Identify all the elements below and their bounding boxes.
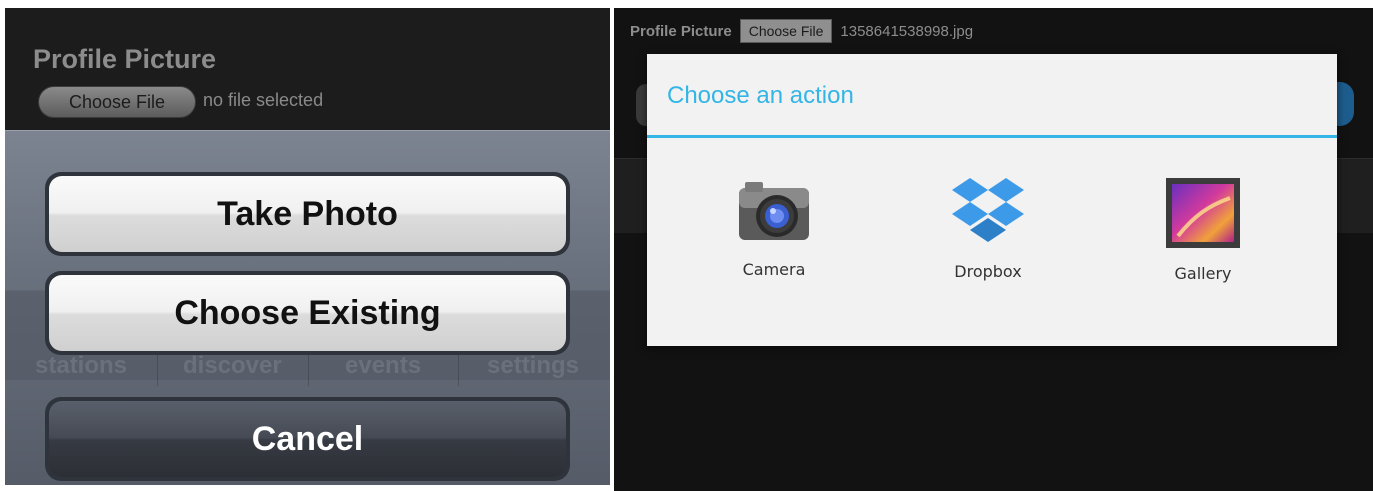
dropbox-label: Dropbox	[954, 262, 1022, 281]
file-input-row: Profile Picture Choose File 135864153899…	[630, 18, 973, 44]
choose-file-button[interactable]: Choose File	[38, 86, 196, 118]
take-photo-label: Take Photo	[49, 176, 566, 252]
choose-action-dialog: Choose an action Camera Dropbox Gallery	[647, 54, 1337, 346]
cancel-label: Cancel	[49, 401, 566, 477]
tab-discover: discover	[183, 352, 282, 379]
dropbox-icon	[952, 178, 1024, 242]
android-screen: Profile Picture Choose File 135864153899…	[614, 8, 1373, 491]
camera-icon	[739, 182, 809, 240]
profile-picture-title: Profile Picture	[33, 44, 217, 74]
camera-label: Camera	[742, 260, 806, 279]
app-option-dropbox[interactable]: Dropbox	[928, 176, 1048, 281]
gallery-label: Gallery	[1174, 264, 1232, 283]
cancel-button[interactable]: Cancel	[45, 397, 570, 481]
selected-file-name: 1358641538998.jpg	[840, 22, 974, 40]
tab-events: events	[345, 352, 422, 379]
tab-settings: settings	[487, 352, 580, 379]
dialog-divider	[647, 135, 1337, 138]
app-option-camera[interactable]: Camera	[714, 176, 834, 279]
ios-screen: Profile Picture Choose File no file sele…	[5, 8, 610, 485]
profile-picture-title: Profile Picture	[630, 22, 732, 40]
file-status-text: no file selected	[203, 90, 324, 110]
choose-existing-button[interactable]: Choose Existing	[45, 271, 570, 355]
take-photo-button[interactable]: Take Photo	[45, 172, 570, 256]
tab-stations: stations	[35, 352, 128, 379]
dialog-title: Choose an action	[667, 82, 854, 109]
app-option-gallery[interactable]: Gallery	[1143, 176, 1263, 283]
choose-file-button[interactable]: Choose File	[739, 19, 833, 43]
gallery-icon	[1166, 178, 1240, 248]
choose-existing-label: Choose Existing	[49, 275, 566, 351]
